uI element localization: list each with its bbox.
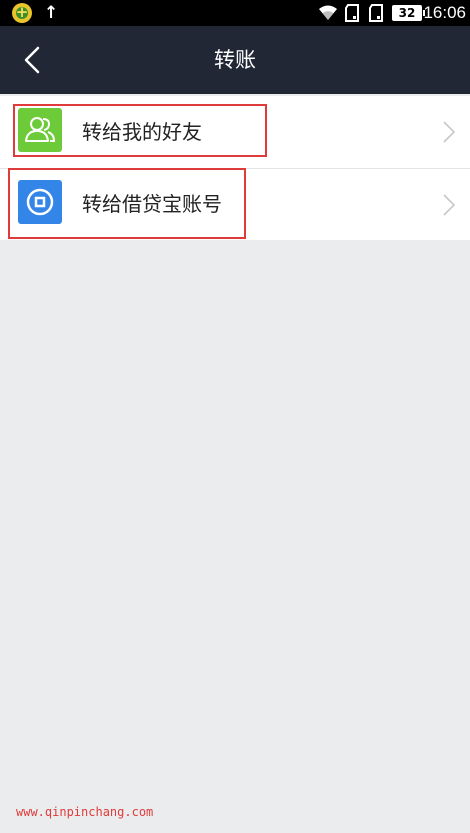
back-button[interactable] xyxy=(10,36,58,84)
friends-icon xyxy=(18,108,62,152)
wifi-icon xyxy=(319,5,337,20)
app-notification-icon xyxy=(12,3,32,23)
battery-indicator: 32 xyxy=(392,5,425,21)
status-bar: ↑ 32 16:06 xyxy=(0,0,470,26)
chevron-right-icon xyxy=(443,194,456,216)
list-item-transfer-to-jiedaibao-account[interactable]: 转给借贷宝账号 xyxy=(0,168,470,240)
list-item-label: 转给我的好友 xyxy=(82,120,202,144)
top-navigation-bar: 转账 xyxy=(0,26,470,94)
chevron-right-icon xyxy=(443,121,456,143)
list-item-transfer-to-friends[interactable]: 转给我的好友 xyxy=(0,96,470,168)
upload-arrow-icon: ↑ xyxy=(44,3,59,23)
sim2-icon xyxy=(369,4,383,22)
list-item-label: 转给借贷宝账号 xyxy=(82,192,222,216)
status-clock: 16:06 xyxy=(423,3,466,22)
transfer-options-list: 转给我的好友 转给借贷宝账号 xyxy=(0,96,470,240)
watermark-text: www.qinpinchang.com xyxy=(16,805,154,819)
chevron-left-icon xyxy=(24,46,40,74)
page-title: 转账 xyxy=(214,48,256,72)
coin-icon xyxy=(18,180,62,224)
sim1-icon xyxy=(345,4,359,22)
